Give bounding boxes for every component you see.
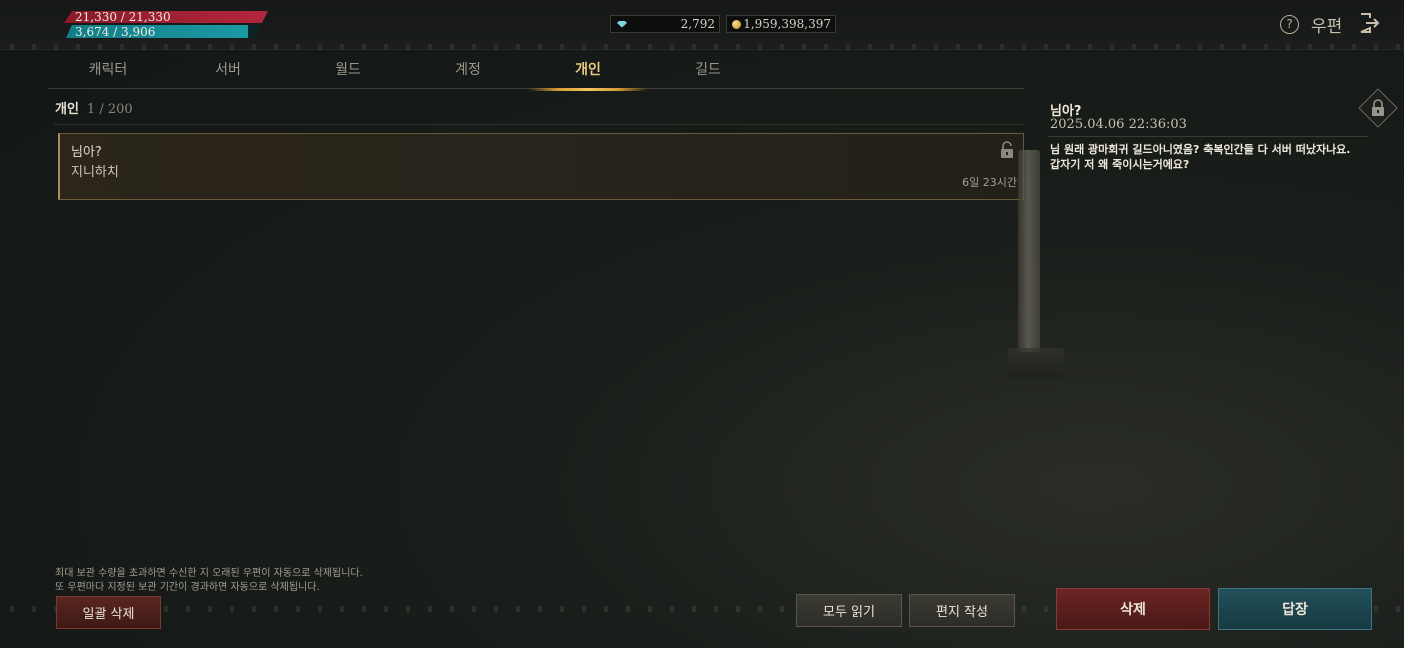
gem-value: 2,792: [680, 17, 715, 31]
hp-text: 21,330 / 21,330: [75, 10, 171, 24]
detail-body-line: 갑자기 저 왜 죽이시는거에요?: [1050, 158, 1190, 171]
tab-bar: 캐릭터 서버 월드 계정 개인 길드: [48, 52, 1024, 91]
write-letter-button[interactable]: 편지 작성: [909, 594, 1015, 627]
tab-world[interactable]: 월드: [288, 52, 408, 89]
mail-count: 1 / 200: [86, 102, 133, 117]
tab-account[interactable]: 계정: [408, 52, 528, 89]
list-category-label: 개인: [55, 102, 79, 117]
notice-line: 최대 보관 수량을 초과하면 수신한 지 오래된 우편이 자동으로 삭제됩니다.: [55, 568, 363, 579]
unlocked-icon[interactable]: [1000, 141, 1014, 159]
read-all-button[interactable]: 모두 읽기: [796, 594, 902, 627]
tab-server[interactable]: 서버: [168, 52, 288, 89]
tab-guild[interactable]: 길드: [648, 52, 768, 89]
mail-subject: 지니하치: [71, 165, 119, 180]
storage-notice: 최대 보관 수량을 초과하면 수신한 지 오래된 우편이 자동으로 삭제됩니다.…: [55, 567, 363, 595]
gold-value: 1,959,398,397: [743, 17, 831, 31]
diamond-icon: [617, 20, 627, 28]
mail-count-row: 개인 1 / 200: [55, 98, 133, 117]
candle-decoration: [1018, 150, 1040, 352]
reply-button[interactable]: 답장: [1218, 588, 1372, 630]
lock-icon[interactable]: [1371, 99, 1385, 117]
divider: [54, 124, 1024, 125]
exit-icon[interactable]: [1358, 12, 1380, 34]
tab-personal[interactable]: 개인: [528, 52, 648, 91]
delete-button[interactable]: 삭제: [1056, 588, 1210, 630]
detail-body: 님 원래 광마회귀 길드아니였음? 축복인간들 다 서버 떠났자나요. 갑자기 …: [1050, 142, 1370, 172]
mail-remaining-time: 6일 23시간: [962, 176, 1017, 189]
detail-divider: [1048, 136, 1368, 137]
gem-currency: 2,792: [610, 15, 720, 33]
detail-body-line: 님 원래 광마회귀 길드아니였음? 축복인간들 다 서버 떠났자나요.: [1050, 143, 1351, 156]
candle-holder-decoration: [1008, 348, 1064, 378]
gold-currency: 1,959,398,397: [726, 15, 836, 33]
coin-icon: [732, 19, 741, 29]
help-icon[interactable]: ?: [1280, 15, 1299, 34]
page-title: 우편: [1311, 17, 1343, 37]
mail-list-item[interactable]: 님아? 지니하치 6일 23시간: [58, 133, 1024, 200]
mp-text: 3,674 / 3,906: [75, 25, 156, 39]
tab-character[interactable]: 캐릭터: [48, 52, 168, 89]
top-decoration: [0, 44, 1404, 50]
notice-line: 또 우편마다 지정된 보관 기간이 경과하면 자동으로 삭제됩니다.: [55, 582, 320, 593]
mail-sender: 님아?: [71, 145, 102, 160]
bulk-delete-button[interactable]: 일괄 삭제: [56, 596, 161, 629]
detail-date: 2025.04.06 22:36:03: [1050, 117, 1187, 132]
